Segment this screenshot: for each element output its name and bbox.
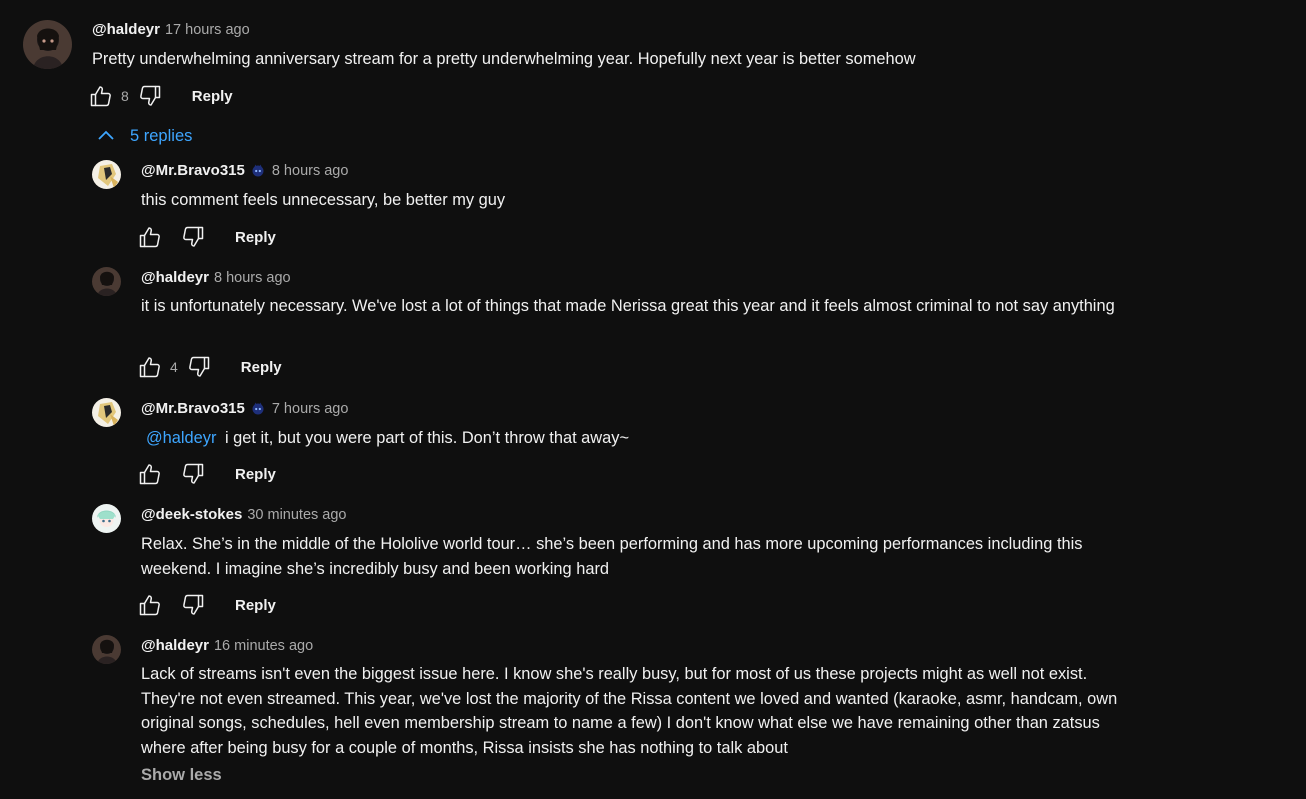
reply-button[interactable]: Reply xyxy=(235,229,276,246)
timestamp[interactable]: 8 hours ago xyxy=(214,270,291,286)
like-count: 4 xyxy=(170,359,178,375)
thumbs-up-icon xyxy=(90,86,111,107)
replies-toggle-button[interactable]: 5 replies xyxy=(96,126,192,146)
comment-header: @haldeyr 8 hours ago xyxy=(141,268,291,288)
member-badge-icon[interactable] xyxy=(251,163,265,177)
comment-text: it is unfortunately necessary. We've los… xyxy=(141,297,1115,315)
avatar[interactable] xyxy=(92,635,121,664)
show-less-button[interactable]: Show less xyxy=(141,766,222,785)
comment-header: @haldeyr 16 minutes ago xyxy=(141,636,313,656)
comment-actions: Reply xyxy=(137,223,276,251)
comment-header: @deek-stokes 30 minutes ago xyxy=(141,505,347,525)
like-button[interactable] xyxy=(88,83,114,109)
avatar[interactable] xyxy=(92,267,121,296)
dislike-button[interactable] xyxy=(137,83,163,109)
timestamp[interactable]: 16 minutes ago xyxy=(214,638,313,654)
avatar[interactable] xyxy=(92,504,121,533)
avatar[interactable] xyxy=(23,20,72,69)
comment-header: @Mr.Bravo315 7 hours ago xyxy=(141,399,348,419)
thumbs-up-icon xyxy=(139,227,160,248)
comment-actions: Reply xyxy=(137,460,276,488)
comment-text: Relax. She’s in the middle of the Hololi… xyxy=(141,535,1083,578)
author-name[interactable]: @Mr.Bravo315 xyxy=(141,162,245,179)
author-name[interactable]: @haldeyr xyxy=(141,637,209,654)
comment-text: Lack of streams isn't even the biggest i… xyxy=(141,665,1118,757)
thumbs-down-icon xyxy=(183,463,204,484)
timestamp[interactable]: 30 minutes ago xyxy=(247,507,346,523)
reply-button[interactable]: Reply xyxy=(241,359,282,376)
comment-text: this comment feels unnecessary, be bette… xyxy=(141,191,506,209)
like-button[interactable] xyxy=(137,592,163,618)
reply-button[interactable]: Reply xyxy=(235,597,276,614)
member-badge-icon[interactable] xyxy=(251,401,265,415)
comment-actions: 4 Reply xyxy=(137,353,282,381)
like-button[interactable] xyxy=(137,224,163,250)
like-button[interactable] xyxy=(137,461,163,487)
thumbs-up-icon xyxy=(139,595,160,616)
comment-actions: 8 Reply xyxy=(88,82,233,110)
dislike-button[interactable] xyxy=(186,354,212,380)
dislike-button[interactable] xyxy=(180,592,206,618)
comment-actions: Reply xyxy=(137,591,276,619)
thumbs-down-icon xyxy=(183,594,204,615)
thumbs-down-icon xyxy=(139,85,161,106)
reply-button[interactable]: Reply xyxy=(235,466,276,483)
thumbs-down-icon xyxy=(188,356,210,377)
thumbs-down-icon xyxy=(183,226,204,247)
timestamp[interactable]: 8 hours ago xyxy=(272,163,349,179)
reply-button[interactable]: Reply xyxy=(192,88,233,105)
avatar[interactable] xyxy=(92,398,121,427)
dislike-button[interactable] xyxy=(180,461,206,487)
author-name[interactable]: @haldeyr xyxy=(92,21,160,38)
mention-link[interactable]: @haldeyr xyxy=(146,429,216,447)
comment-header: @Mr.Bravo315 8 hours ago xyxy=(141,161,348,181)
like-count: 8 xyxy=(121,88,129,104)
like-button[interactable] xyxy=(137,354,163,380)
author-name[interactable]: @deek-stokes xyxy=(141,506,242,523)
timestamp[interactable]: 17 hours ago xyxy=(165,22,250,38)
avatar[interactable] xyxy=(92,160,121,189)
author-name[interactable]: @Mr.Bravo315 xyxy=(141,400,245,417)
thumbs-up-icon xyxy=(139,464,160,485)
comment-header: @haldeyr 17 hours ago xyxy=(92,20,250,40)
chevron-up-icon xyxy=(98,130,114,140)
timestamp[interactable]: 7 hours ago xyxy=(272,401,349,417)
comment-text: @haldeyr i get it, but you were part of … xyxy=(141,426,1131,451)
comment-text-content: i get it, but you were part of this. Don… xyxy=(224,429,630,447)
dislike-button[interactable] xyxy=(180,224,206,250)
author-name[interactable]: @haldeyr xyxy=(141,269,209,286)
comment-thread: @haldeyr 17 hours ago Pretty underwhelmin… xyxy=(0,0,1306,799)
thumbs-up-icon xyxy=(139,357,160,378)
comment-text: Pretty underwhelming anniversary stream … xyxy=(92,50,916,68)
replies-count-label: 5 replies xyxy=(130,126,193,145)
